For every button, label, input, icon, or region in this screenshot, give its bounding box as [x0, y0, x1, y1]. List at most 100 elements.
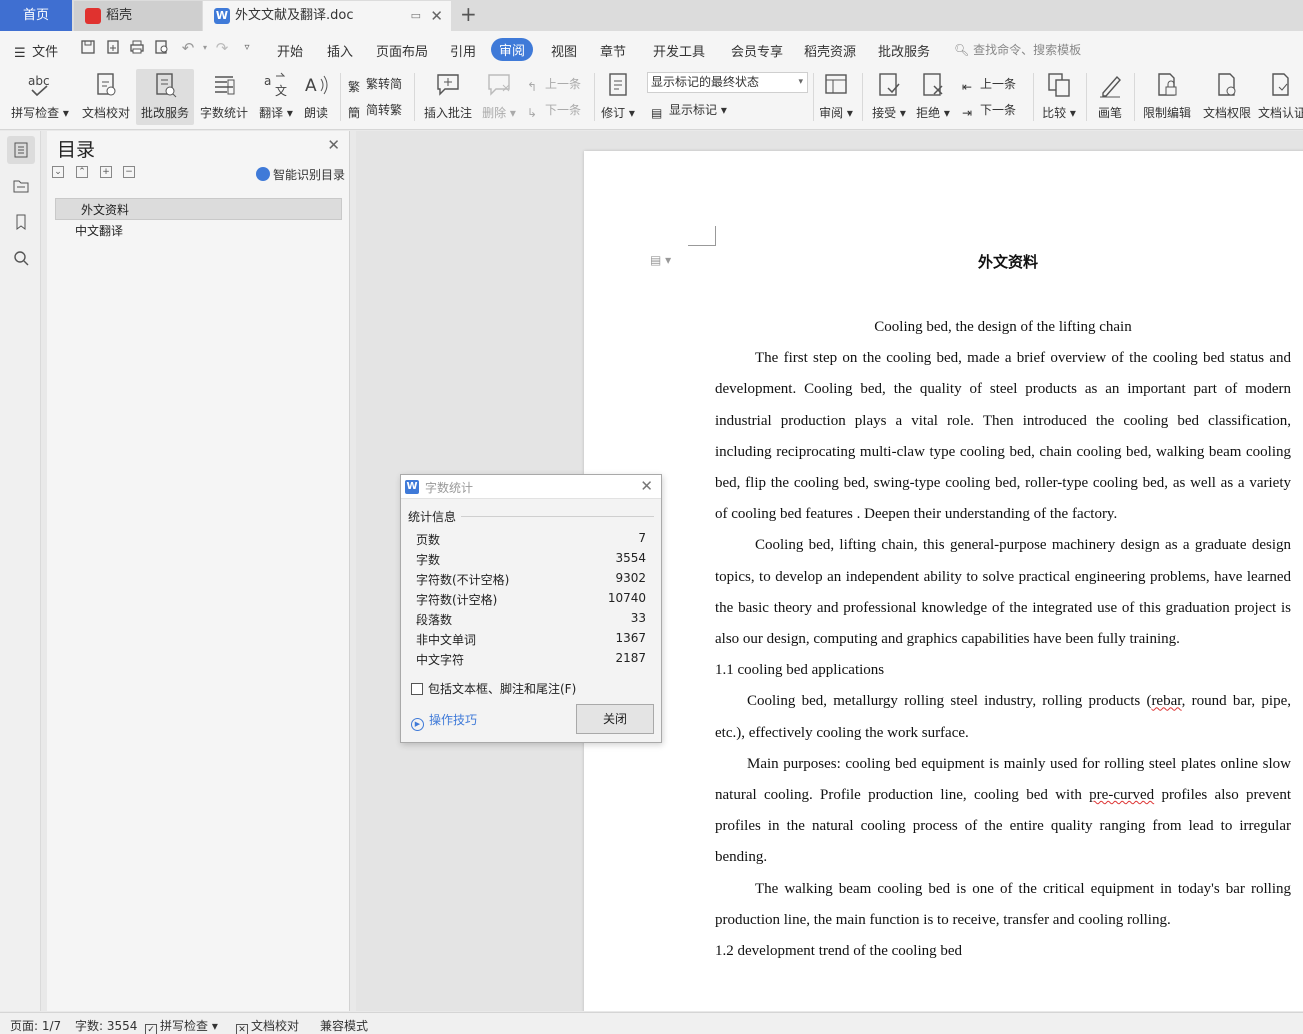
include-textbox-footnotes-checkbox[interactable]: 包括文本框、脚注和尾注(F) — [411, 680, 576, 697]
document-page[interactable]: ▤ ▾ 外文资料 Cooling bed, the design of the … — [584, 151, 1303, 1011]
demote-level-icon[interactable]: − — [123, 166, 135, 178]
toc-panel-button[interactable] — [7, 136, 35, 164]
dialog-title: 字数统计 — [425, 481, 474, 495]
chapter-panel-button[interactable] — [7, 172, 35, 200]
menu-member[interactable]: 会员专享 — [731, 41, 783, 60]
insert-comment-button[interactable]: 插入批注 — [422, 69, 474, 125]
menu-docer-resources[interactable]: 稻壳资源 — [804, 41, 856, 60]
docer-logo-icon — [85, 8, 101, 24]
menu-correction[interactable]: 批改服务 — [878, 41, 930, 60]
file-menu-label: 文件 — [32, 45, 59, 60]
status-spellcheck[interactable]: ✓ 拼写检查 ▾ — [145, 1017, 218, 1034]
document-paragraph: Cooling bed, lifting chain, this general… — [715, 537, 1291, 648]
checkbox-unchecked[interactable] — [411, 683, 423, 695]
tab-active-document[interactable]: W 外文文献及翻译.doc ▭ ✕ — [203, 1, 451, 31]
menu-home[interactable]: 开始 — [277, 41, 303, 60]
read-aloud-icon: A — [305, 75, 328, 96]
menu-section[interactable]: 章节 — [600, 41, 626, 60]
stat-value: 10740 — [607, 591, 646, 605]
margin-corner-mark — [688, 226, 716, 246]
print-icon[interactable] — [128, 39, 146, 57]
spelling-flagged-word[interactable]: rebar — [1151, 693, 1181, 709]
collapse-all-icon[interactable]: ⌄ — [52, 166, 64, 178]
spellcheck-icon: abc — [28, 74, 50, 97]
doc-certify-button[interactable]: 文档认证 — [1258, 69, 1303, 125]
promote-level-icon[interactable]: + — [100, 166, 112, 178]
trad-to-simp-button[interactable]: 繁繁转简 — [348, 75, 402, 94]
correction-service-button[interactable]: 批改服务 — [136, 69, 194, 125]
tab-docer[interactable]: 稻壳 — [74, 1, 202, 31]
expand-all-icon[interactable]: ⌃ — [76, 166, 88, 178]
menu-review[interactable]: 审阅 — [491, 38, 534, 61]
toc-item-foreign-material[interactable]: 外文资料 — [55, 198, 342, 220]
close-button[interactable]: 关闭 — [576, 704, 654, 734]
save-icon[interactable] — [79, 39, 97, 57]
word-count-dialog: W 字数统计 ✕ 统计信息 页数 7 字数 3554 字符数(不计空格) 9302 字符数(… — [400, 474, 662, 743]
pen-button[interactable]: 画笔 — [1092, 69, 1128, 125]
reject-icon — [923, 73, 943, 96]
prev-change-button[interactable]: ⇤ 上一条 — [962, 75, 1016, 95]
next-change-button[interactable]: ⇥ 下一条 — [962, 101, 1016, 121]
menu-view[interactable]: 视图 — [551, 41, 577, 60]
pen-icon — [1100, 75, 1121, 98]
tips-link[interactable]: ▶ 操作技巧 — [411, 711, 477, 731]
close-panel-icon[interactable]: ✕ — [327, 136, 340, 154]
simp-to-trad-button[interactable]: 簡简转繁 — [348, 101, 402, 120]
word-count-button[interactable]: 字数统计 — [198, 69, 250, 125]
tab-home[interactable]: 首页 — [0, 0, 72, 31]
toc-title: 目录 — [57, 139, 96, 161]
file-menu[interactable]: ☰ 文件 — [14, 41, 58, 61]
status-proofread[interactable]: ✕ 文档校对 — [236, 1017, 299, 1034]
page-indicator[interactable]: 页面: 1/7 — [10, 1017, 61, 1034]
read-aloud-button[interactable]: A 朗读 — [300, 69, 332, 125]
customize-toolbar-icon[interactable]: ▿ — [238, 39, 256, 57]
correction-icon — [156, 73, 177, 98]
undo-icon[interactable]: ↶ — [179, 39, 197, 57]
next-comment-icon: ↳ — [527, 106, 538, 120]
redo-icon[interactable]: ↷ — [213, 39, 231, 57]
print-preview-icon[interactable] — [153, 39, 171, 57]
bookmark-panel-button[interactable] — [7, 208, 35, 236]
ai-detect-toc-button[interactable]: 智能识别目录 — [255, 166, 345, 183]
simp-to-trad-icon: 簡 — [348, 106, 361, 120]
menu-references[interactable]: 引用 — [450, 41, 476, 60]
prev-change-icon: ⇤ — [962, 80, 973, 94]
compare-button[interactable]: 比较 ▾ — [1040, 69, 1078, 125]
proofread-button[interactable]: 文档校对 — [80, 69, 132, 125]
prev-comment-button[interactable]: ↰ 上一条 — [527, 75, 581, 95]
toc-item-chinese-translation[interactable]: 中文翻译 — [55, 220, 342, 242]
word-count-indicator[interactable]: 字数: 3554 — [75, 1017, 137, 1034]
next-comment-label: 下一条 — [545, 103, 582, 117]
menu-developer[interactable]: 开发工具 — [653, 41, 705, 60]
new-tab-button[interactable]: + — [460, 0, 477, 31]
reject-button[interactable]: 拒绝 ▾ — [914, 69, 952, 125]
next-comment-button[interactable]: ↳ 下一条 — [527, 101, 581, 121]
spelling-flagged-word[interactable]: pre-curved — [1089, 787, 1154, 803]
close-tab-icon[interactable]: ✕ — [430, 1, 443, 31]
restrict-edit-label: 限制编辑 — [1142, 106, 1191, 120]
track-changes-label: 修订 ▾ — [601, 106, 635, 120]
ribbon-separator — [1033, 73, 1034, 121]
close-dialog-icon[interactable]: ✕ — [640, 477, 653, 495]
spellcheck-button[interactable]: abc 拼写检查 ▾ — [10, 69, 70, 125]
translate-button[interactable]: a文 翻译 ▾ — [256, 69, 296, 125]
review-pane-button[interactable]: 审阅 ▾ — [818, 69, 854, 125]
markup-state-select[interactable]: 显示标记的最终状态 ▾ — [647, 72, 808, 93]
menu-insert[interactable]: 插入 — [327, 41, 353, 60]
paragraph-layout-icon[interactable]: ▤ ▾ — [650, 253, 671, 267]
undo-dropdown-icon[interactable]: ▾ — [196, 39, 214, 57]
doc-permission-button[interactable]: 文档权限 — [1200, 69, 1254, 125]
find-panel-button[interactable] — [7, 244, 35, 272]
track-changes-button[interactable]: 修订 ▾ — [600, 69, 636, 125]
toc-icon — [14, 142, 28, 158]
export-pdf-icon[interactable] — [104, 39, 122, 57]
menu-page-layout[interactable]: 页面布局 — [376, 41, 428, 60]
statistics-group-label: 统计信息 — [408, 510, 457, 524]
window-restore-icon[interactable]: ▭ — [411, 1, 421, 31]
show-markup-button[interactable]: ▤ 显示标记 ▾ — [651, 101, 727, 121]
delete-comment-button[interactable]: 删除 ▾ — [480, 69, 518, 125]
dialog-title-bar[interactable]: W 字数统计 ✕ — [401, 475, 661, 499]
command-search[interactable]: 🔍︎ 查找命令、搜索模板 — [954, 41, 1081, 58]
accept-button[interactable]: 接受 ▾ — [870, 69, 908, 125]
restrict-edit-button[interactable]: 限制编辑 — [1140, 69, 1194, 125]
